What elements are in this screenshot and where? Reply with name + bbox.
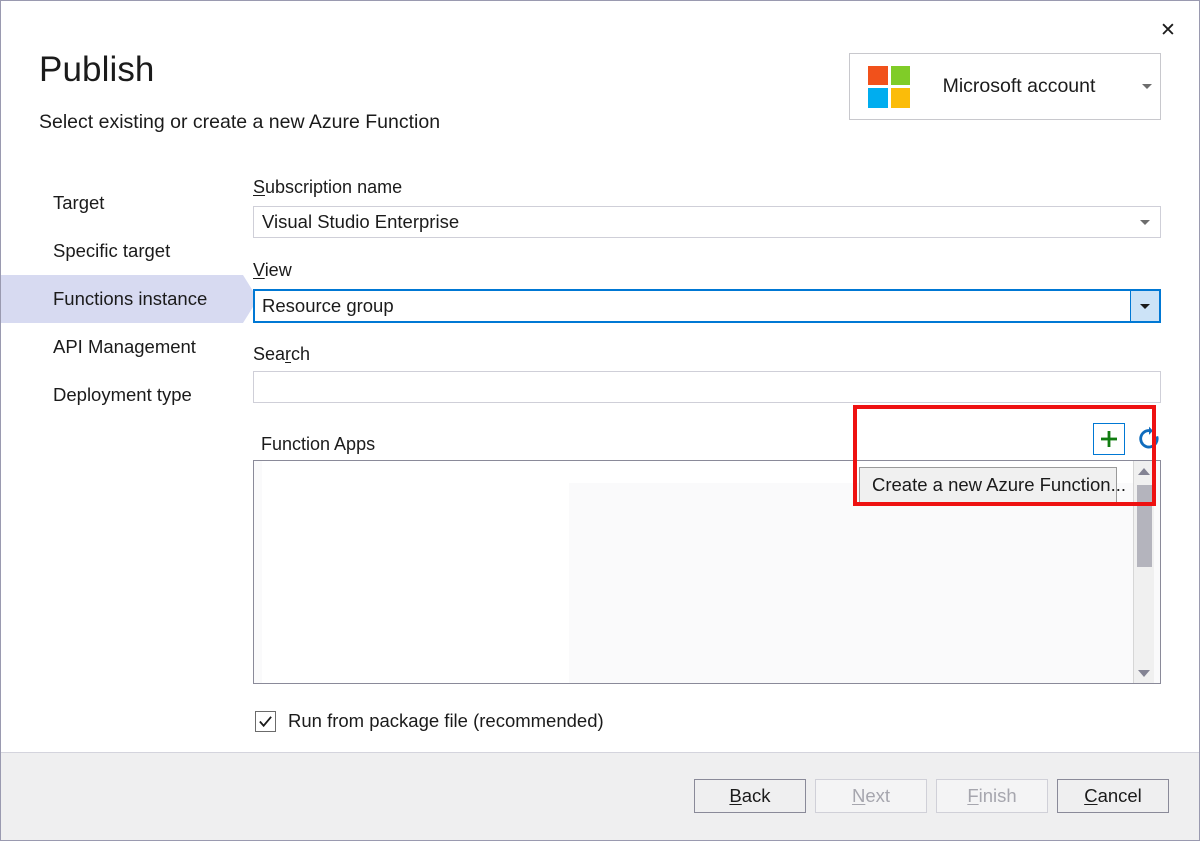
sidebar-item-label: Functions instance <box>53 288 207 310</box>
subscription-name-dropdown[interactable]: Visual Studio Enterprise <box>253 206 1161 238</box>
view-dropdown[interactable]: Resource group <box>253 289 1161 323</box>
search-label: Search <box>253 344 310 365</box>
wizard-steps-sidebar: Target Specific target Functions instanc… <box>1 179 243 419</box>
scrollbar-thumb[interactable] <box>1137 485 1152 567</box>
view-value: Resource group <box>255 295 1130 317</box>
sidebar-item-functions-instance[interactable]: Functions instance <box>1 275 243 323</box>
chevron-down-icon[interactable] <box>1130 291 1159 321</box>
sidebar-item-label: API Management <box>53 336 196 358</box>
listbox-scrollbar[interactable] <box>1133 461 1154 683</box>
page-title: Publish <box>39 51 155 90</box>
refresh-icon <box>1136 426 1162 452</box>
chevron-down-icon <box>1134 84 1160 89</box>
view-label: View <box>253 260 292 281</box>
chevron-down-icon <box>1130 220 1160 225</box>
cancel-button[interactable]: Cancel <box>1057 779 1169 813</box>
refresh-button[interactable] <box>1134 424 1164 454</box>
run-from-package-checkbox[interactable]: Run from package file (recommended) <box>255 710 604 732</box>
dialog-footer: Back Next Finish Cancel <box>1 752 1199 840</box>
sidebar-item-deployment-type[interactable]: Deployment type <box>1 371 243 419</box>
logo-square-bottom-right <box>891 88 911 108</box>
sidebar-item-label: Deployment type <box>53 384 192 406</box>
scroll-down-button[interactable] <box>1134 663 1154 683</box>
sidebar-item-label: Target <box>53 192 104 214</box>
next-button[interactable]: Next <box>815 779 927 813</box>
check-icon <box>258 714 273 729</box>
checkbox-box[interactable] <box>255 711 276 732</box>
logo-square-top-left <box>868 66 888 86</box>
run-from-package-label: Run from package file (recommended) <box>288 710 604 732</box>
scroll-up-button[interactable] <box>1134 461 1154 481</box>
listbox-left-gutter <box>254 461 262 683</box>
subscription-name-value: Visual Studio Enterprise <box>254 211 1130 233</box>
microsoft-account-button[interactable]: Microsoft account <box>849 53 1161 120</box>
page-subtitle: Select existing or create a new Azure Fu… <box>39 111 440 134</box>
create-azure-function-tooltip: Create a new Azure Function... <box>859 467 1117 503</box>
sidebar-item-label: Specific target <box>53 240 170 262</box>
back-button[interactable]: Back <box>694 779 806 813</box>
logo-square-top-right <box>891 66 911 86</box>
sidebar-item-api-management[interactable]: API Management <box>1 323 243 371</box>
plus-icon <box>1100 430 1118 448</box>
sidebar-item-specific-target[interactable]: Specific target <box>1 227 243 275</box>
finish-button[interactable]: Finish <box>936 779 1048 813</box>
publish-dialog: ✕ Publish Select existing or create a ne… <box>0 0 1200 841</box>
account-name-label: Microsoft account <box>910 75 1134 98</box>
logo-square-bottom-left <box>868 88 888 108</box>
add-icon-button[interactable] <box>1093 423 1125 455</box>
subscription-name-label: Subscription name <box>253 177 402 198</box>
close-icon[interactable]: ✕ <box>1151 15 1185 45</box>
microsoft-logo-icon <box>868 66 910 108</box>
sidebar-item-target[interactable]: Target <box>1 179 243 227</box>
search-input[interactable] <box>253 371 1161 403</box>
function-apps-label: Function Apps <box>261 434 375 455</box>
